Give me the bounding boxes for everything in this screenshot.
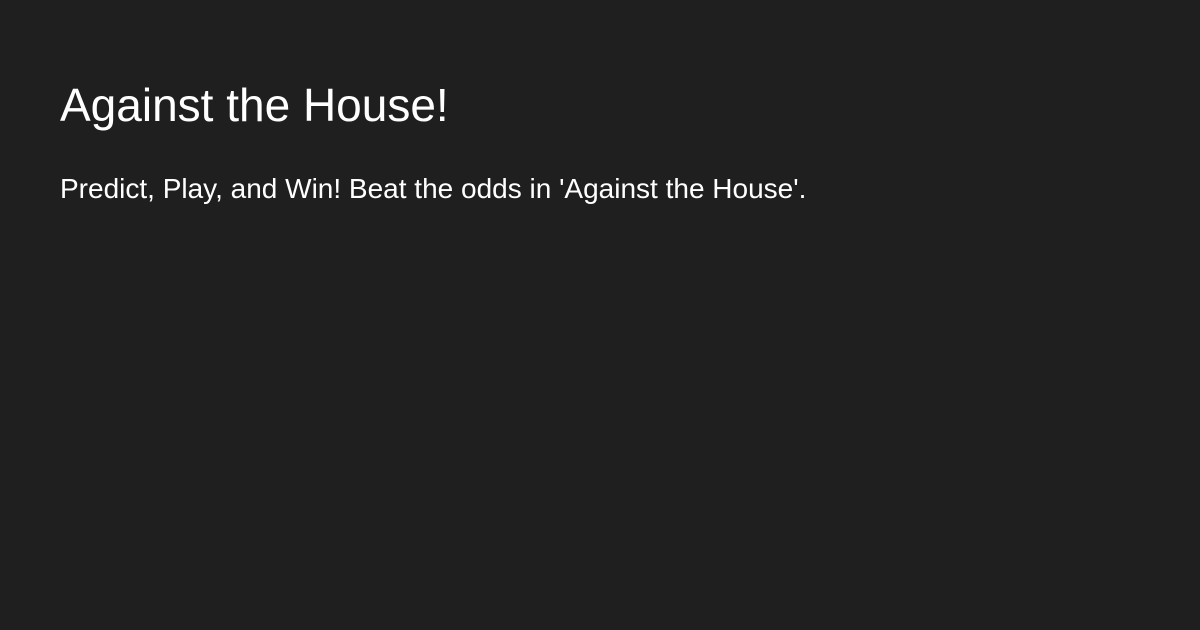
- social-preview-card: Against the House! Predict, Play, and Wi…: [0, 0, 1200, 630]
- tagline: Predict, Play, and Win! Beat the odds in…: [60, 173, 807, 204]
- page-title: Against the House!: [60, 79, 449, 131]
